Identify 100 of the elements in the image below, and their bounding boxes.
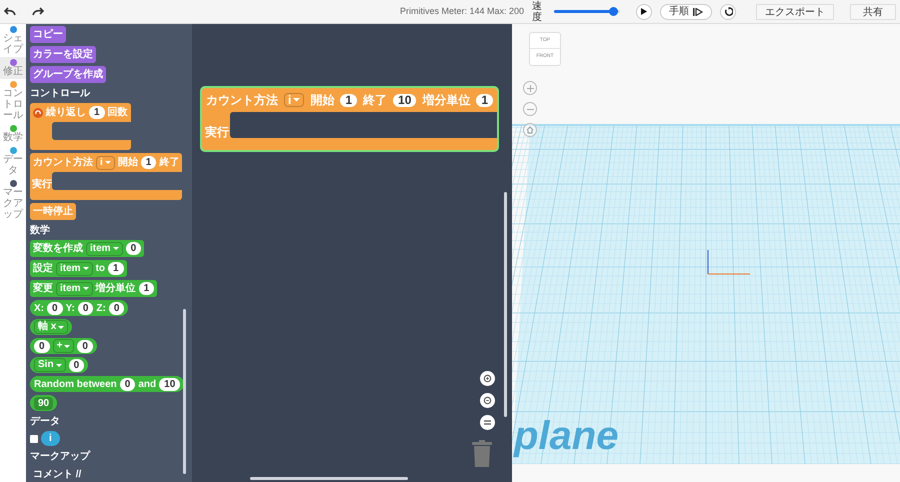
block-label: 繰り返し xyxy=(46,106,86,120)
number-field[interactable]: 1 xyxy=(89,106,105,119)
code-block[interactable]: 繰り返し 1 回数 xyxy=(30,103,131,150)
category-label: マークアップ xyxy=(2,187,24,220)
code-block[interactable]: カラーを設定 xyxy=(30,46,96,63)
caret-icon xyxy=(82,267,89,270)
code-block[interactable]: Sin 0 xyxy=(30,357,88,373)
block-label: 一時停止 xyxy=(33,204,73,219)
trash-icon[interactable] xyxy=(472,440,492,467)
play-button[interactable] xyxy=(636,4,652,20)
play-icon xyxy=(641,8,647,15)
scrollbar[interactable] xyxy=(504,192,507,417)
number-field[interactable]: 0 xyxy=(108,302,124,314)
block-label: 開始 xyxy=(118,156,138,170)
zoom-in-icon xyxy=(483,374,492,383)
caret-icon xyxy=(293,98,300,102)
number-field[interactable]: 0 xyxy=(126,242,142,255)
caret-icon xyxy=(112,247,119,250)
block-label: Random between xyxy=(34,378,117,392)
code-block[interactable]: X: 0 Y: 0 Z: 0 xyxy=(30,300,128,316)
category-label: データ xyxy=(2,154,24,176)
caret-icon xyxy=(64,344,70,348)
code-block[interactable]: カウント方法 i 開始 1 終了 実行 xyxy=(30,153,182,200)
section-heading: マークアップ xyxy=(30,451,90,463)
code-block[interactable]: 変数を作成 item 0 xyxy=(30,240,144,257)
number-field[interactable]: 10 xyxy=(159,378,180,390)
code-block[interactable]: コピー xyxy=(30,26,66,43)
share-button[interactable]: 共有 xyxy=(850,4,896,20)
block-label: 増分単位 xyxy=(96,281,136,296)
number-field[interactable]: 1 xyxy=(108,262,124,275)
block-label: 回数 xyxy=(108,106,128,120)
category-label: シェイプ xyxy=(2,33,24,55)
number-field[interactable]: 10 xyxy=(393,94,416,106)
reset-button[interactable] xyxy=(720,4,736,20)
code-block[interactable]: Random between 0 and 10 xyxy=(30,376,184,392)
block-label: 実行 xyxy=(205,126,229,138)
reset-icon xyxy=(724,7,732,16)
category-label: 数学 xyxy=(2,132,24,143)
number-field[interactable]: 0 xyxy=(78,302,94,314)
code-block[interactable]: 設定 item to 1 xyxy=(30,260,127,277)
section-heading: 数学 xyxy=(30,225,50,237)
number-field[interactable]: 1 xyxy=(340,94,358,106)
code-block[interactable]: 0 + 0 xyxy=(30,338,97,354)
equals-icon xyxy=(484,420,491,425)
number-field[interactable]: 0 xyxy=(47,302,63,314)
block-label: 開始 xyxy=(310,92,334,109)
block-label: グループを作成 xyxy=(33,67,103,82)
home-button[interactable] xyxy=(523,123,537,137)
home-icon xyxy=(526,126,534,134)
number-field[interactable]: 1 xyxy=(140,156,156,169)
slider-thumb[interactable] xyxy=(609,7,618,16)
caret-icon xyxy=(104,161,111,164)
code-block[interactable]: グループを作成 xyxy=(30,66,106,83)
number-field[interactable]: 1 xyxy=(476,94,494,106)
step-icon xyxy=(693,8,703,16)
zoom-out-icon xyxy=(483,396,492,405)
export-button[interactable]: エクスポート xyxy=(756,4,834,20)
speed-label: 速度 xyxy=(532,0,542,22)
block-label: コピー xyxy=(33,28,63,42)
scrollbar[interactable] xyxy=(183,309,186,474)
block-label: 設定 xyxy=(33,261,53,276)
redo-icon[interactable] xyxy=(32,6,44,16)
code-block[interactable]: 変更 item 増分単位 1 xyxy=(30,280,158,297)
number-field[interactable]: 0 xyxy=(34,340,50,352)
checkbox[interactable] xyxy=(30,434,38,442)
number-field[interactable]: 0 xyxy=(68,358,84,372)
block-label: 増分単位 xyxy=(422,92,470,109)
scrollbar[interactable] xyxy=(250,477,408,480)
speed-slider[interactable] xyxy=(554,7,620,16)
number-field[interactable]: 0 xyxy=(120,378,136,390)
block-label: and xyxy=(138,378,156,392)
plane-label: plane xyxy=(514,416,618,456)
block-label: 実行 xyxy=(32,180,52,190)
block-label: カラーを設定 xyxy=(33,47,93,62)
block-label: X: xyxy=(34,302,44,316)
block-label: 終了 xyxy=(159,156,180,170)
block-label: Y: xyxy=(66,302,75,316)
number-field[interactable]: 90 xyxy=(34,396,54,410)
zoom-in-button[interactable] xyxy=(480,371,495,386)
block-label: カウント方法 xyxy=(33,155,93,170)
zoom-reset-button[interactable] xyxy=(480,415,495,430)
step-button[interactable]: 手順 xyxy=(660,4,712,20)
block-label: コメント // xyxy=(33,468,82,482)
block-label: カウント方法 xyxy=(206,92,278,109)
caret-icon xyxy=(82,287,89,290)
number-field[interactable]: 1 xyxy=(138,282,154,295)
block-label: Z: xyxy=(96,302,106,316)
block-label: 終了 xyxy=(363,92,388,109)
plus-icon xyxy=(526,84,534,92)
block-label: 変更 xyxy=(33,281,53,296)
zoom-out-button[interactable] xyxy=(480,393,495,408)
block-label: to xyxy=(96,262,106,276)
block-label: 変数を作成 xyxy=(33,241,83,256)
primitives-meter: Primitives Meter: 144 Max: 200 xyxy=(400,4,524,18)
category-label: コントロール xyxy=(2,88,24,121)
number-field[interactable]: 0 xyxy=(77,340,93,352)
code-block[interactable]: 90 xyxy=(30,395,58,411)
undo-icon[interactable] xyxy=(4,6,16,16)
section-heading: コントロール xyxy=(30,88,90,100)
code-block[interactable]: カウント方法 i 開始 1 終了 10 増分単位 1 実行 xyxy=(202,88,498,150)
